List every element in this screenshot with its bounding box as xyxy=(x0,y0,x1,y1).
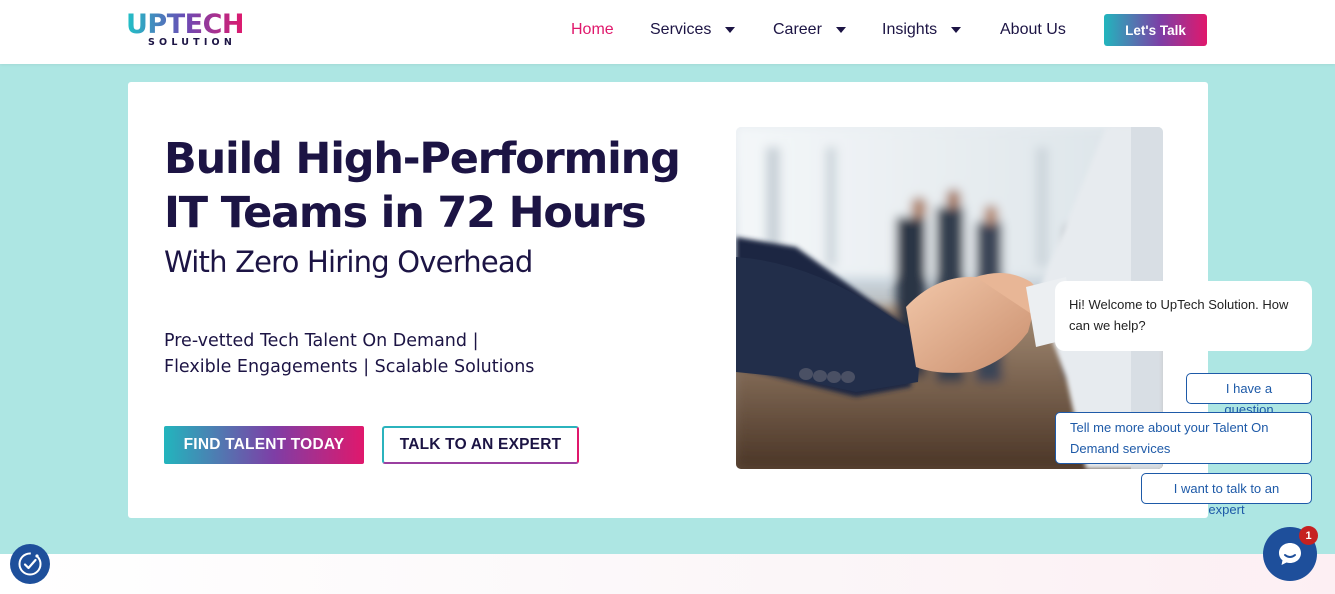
nav-item-home[interactable]: Home xyxy=(571,20,614,40)
chevron-down-icon xyxy=(835,27,846,33)
nav-item-about-us[interactable]: About Us xyxy=(1000,20,1066,40)
hero-description-line: Pre-vetted Tech Talent On Demand | xyxy=(164,331,479,351)
hero-title-line: Build High-Performing xyxy=(164,134,681,184)
talk-to-expert-button[interactable]: TALK TO AN EXPERT xyxy=(382,426,579,464)
accessibility-check-icon xyxy=(18,552,42,576)
nav-item-career[interactable]: Career xyxy=(773,20,846,40)
brand-logo[interactable]: UPTECH SOLUTION xyxy=(126,10,248,52)
chat-option-question[interactable]: I have a question xyxy=(1186,373,1312,417)
nav-label: Career xyxy=(773,21,822,38)
nav-label: About Us xyxy=(1000,21,1066,38)
find-talent-button[interactable]: FIND TALENT TODAY xyxy=(164,426,364,464)
chat-bubble-icon xyxy=(1279,543,1301,565)
chat-welcome-message: Hi! Welcome to UpTech Solution. How can … xyxy=(1055,281,1312,351)
chat-option-talent-on-demand[interactable]: Tell me more about your Talent On Demand… xyxy=(1055,412,1312,464)
hero-title: Build High-Performing IT Teams in 72 Hou… xyxy=(164,132,704,240)
hero-description: Pre-vetted Tech Talent On Demand | Flexi… xyxy=(164,328,534,380)
hero-description-line: Flexible Engagements | Scalable Solution… xyxy=(164,357,535,377)
next-section-band xyxy=(0,554,1335,594)
lets-talk-button[interactable]: Let's Talk xyxy=(1104,14,1207,46)
notification-badge: 1 xyxy=(1299,526,1318,545)
logo-subtitle: SOLUTION xyxy=(148,37,236,48)
chevron-down-icon xyxy=(951,27,962,33)
nav-item-insights[interactable]: Insights xyxy=(882,20,962,40)
hero-subtitle: With Zero Hiring Overhead xyxy=(164,245,533,279)
hero-title-line: IT Teams in 72 Hours xyxy=(164,188,647,238)
nav-label: Insights xyxy=(882,21,938,38)
chat-option-talk-expert[interactable]: I want to talk to an expert xyxy=(1141,473,1312,517)
hero-card: Build High-Performing IT Teams in 72 Hou… xyxy=(128,82,1208,518)
logo-wordmark: UPTECH xyxy=(126,9,245,40)
accessibility-button[interactable] xyxy=(10,544,50,584)
chevron-down-icon xyxy=(725,27,736,33)
nav-label: Services xyxy=(650,21,712,38)
nav-label: Home xyxy=(571,21,614,38)
site-header: UPTECH SOLUTION Home Services Career Ins… xyxy=(0,0,1335,64)
nav-item-services[interactable]: Services xyxy=(650,20,736,40)
